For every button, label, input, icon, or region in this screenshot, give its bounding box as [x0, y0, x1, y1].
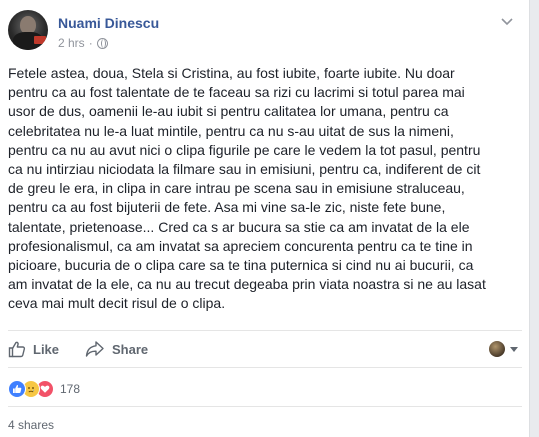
like-button[interactable]: Like — [8, 340, 59, 358]
share-button[interactable]: Share — [85, 340, 148, 358]
post-body-text: Fetele astea, doua, Stela si Cristina, a… — [8, 65, 486, 312]
reactions-summary[interactable]: 178 — [8, 380, 80, 398]
post-card: Nuami Dinescu 2 hrs · Fetele astea, doua… — [0, 0, 530, 437]
caret-down-icon — [510, 346, 518, 352]
post-as-selector[interactable] — [489, 341, 518, 357]
reaction-count: 178 — [60, 382, 81, 396]
author-name[interactable]: Nuami Dinescu — [58, 15, 159, 31]
avatar[interactable] — [8, 10, 48, 50]
post-meta: 2 hrs · — [58, 36, 108, 50]
thumbs-up-icon — [8, 341, 26, 358]
share-arrow-icon — [85, 341, 104, 357]
shares-count[interactable]: 4 shares — [8, 418, 54, 432]
post-header: Nuami Dinescu 2 hrs · — [8, 10, 523, 54]
divider — [8, 406, 522, 407]
like-reaction-icon — [8, 380, 26, 398]
globe-icon[interactable] — [96, 37, 108, 49]
post-timestamp[interactable]: 2 hrs — [58, 36, 85, 50]
share-label: Share — [112, 341, 149, 357]
post-action-bar: Like Share — [8, 330, 522, 368]
like-label: Like — [33, 341, 60, 357]
avatar-badge — [34, 36, 46, 44]
current-user-avatar — [489, 341, 505, 357]
chevron-down-icon[interactable] — [499, 16, 515, 30]
meta-separator: · — [88, 36, 93, 50]
